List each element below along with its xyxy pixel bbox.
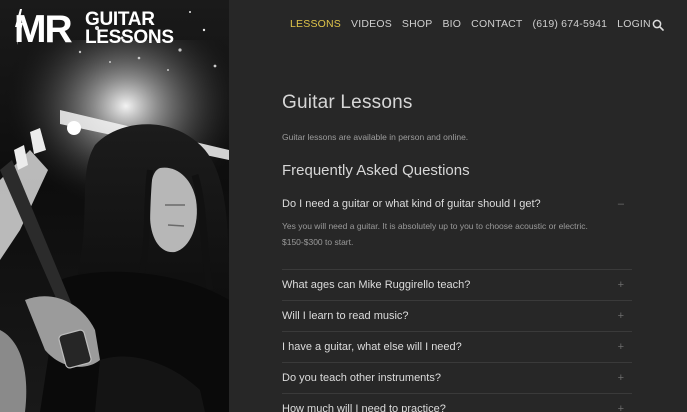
- hero-photo: MR GUITAR LESSONS: [0, 0, 229, 412]
- expand-icon[interactable]: +: [618, 394, 624, 412]
- nav-item-bio[interactable]: BIO: [442, 18, 461, 32]
- nav-item-login[interactable]: LOGIN: [617, 18, 651, 32]
- faq-item: Will I learn to read music? +: [282, 301, 632, 332]
- faq-question-text: How much will I need to practice?: [282, 403, 446, 412]
- faq-question-text: Will I learn to read music?: [282, 310, 409, 322]
- guitarist-photo: [0, 11, 229, 412]
- nav-item-shop[interactable]: SHOP: [402, 18, 433, 32]
- faq-item: What ages can Mike Ruggirello teach? +: [282, 270, 632, 301]
- expand-icon[interactable]: +: [618, 363, 624, 393]
- faq-question[interactable]: Do I need a guitar or what kind of guita…: [282, 196, 632, 218]
- faq-item: Do I need a guitar or what kind of guita…: [282, 196, 632, 270]
- faq-question-text: Do you teach other instruments?: [282, 372, 441, 384]
- faq-item: I have a guitar, what else will I need? …: [282, 332, 632, 363]
- faq-heading: Frequently Asked Questions: [282, 162, 470, 179]
- nav-item-contact[interactable]: CONTACT: [471, 18, 522, 32]
- faq-question[interactable]: What ages can Mike Ruggirello teach? +: [282, 270, 632, 300]
- nav-item-videos[interactable]: VIDEOS: [351, 18, 392, 32]
- expand-icon[interactable]: +: [618, 270, 624, 300]
- lightning-bolt-icon: [15, 9, 23, 45]
- collapse-icon[interactable]: –: [618, 196, 624, 212]
- faq-answer-line: Yes you will need a guitar. It is absolu…: [282, 221, 588, 231]
- faq-question-text: Do I need a guitar or what kind of guita…: [282, 198, 541, 210]
- nav-item-lessons[interactable]: LESSONS: [290, 18, 341, 32]
- faq-question[interactable]: Will I learn to read music? +: [282, 301, 632, 331]
- nav-item-phone[interactable]: (619) 674-5941: [533, 18, 608, 32]
- faq-question-text: I have a guitar, what else will I need?: [282, 341, 462, 353]
- intro-text: Guitar lessons are available in person a…: [282, 132, 469, 142]
- faq-question[interactable]: How much will I need to practice? +: [282, 394, 632, 412]
- site-logo[interactable]: MR GUITAR LESSONS: [14, 9, 174, 49]
- faq-question-text: What ages can Mike Ruggirello teach?: [282, 279, 471, 291]
- main-content: Guitar Lessons Guitar lessons are availa…: [282, 92, 632, 412]
- faq-question[interactable]: Do you teach other instruments? +: [282, 363, 632, 393]
- faq-item: Do you teach other instruments? +: [282, 363, 632, 394]
- main-nav: LESSONS VIDEOS SHOP BIO CONTACT (619) 67…: [290, 18, 651, 32]
- search-icon[interactable]: [652, 19, 664, 31]
- faq-answer-line: $150-$300 to start.: [282, 237, 354, 247]
- page-title: Guitar Lessons: [282, 92, 413, 113]
- expand-icon[interactable]: +: [618, 301, 624, 331]
- faq-question[interactable]: I have a guitar, what else will I need? …: [282, 332, 632, 362]
- expand-icon[interactable]: +: [618, 332, 624, 362]
- faq-answer: Yes you will need a guitar. It is absolu…: [282, 218, 632, 269]
- logo-lessons-text: LESSONS: [85, 27, 174, 48]
- faq-accordion: Do I need a guitar or what kind of guita…: [282, 196, 632, 412]
- faq-item: How much will I need to practice? +: [282, 394, 632, 412]
